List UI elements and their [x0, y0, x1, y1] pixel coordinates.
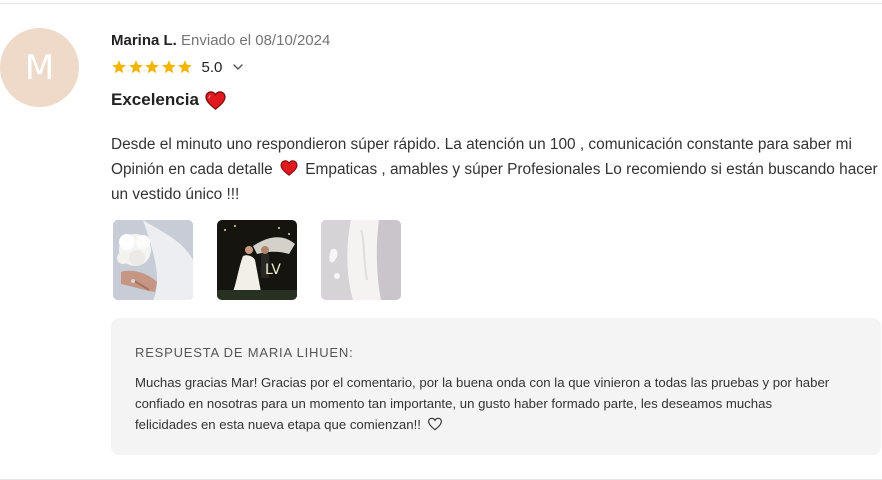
review-card: M Marina L. Enviado el 08/10/2024 5.0 Ex… — [0, 4, 882, 479]
review-meta: Marina L. Enviado el 08/10/2024 — [111, 32, 330, 49]
heart-outline-icon — [427, 417, 442, 431]
star-icon — [145, 60, 159, 74]
chevron-down-icon[interactable] — [232, 61, 244, 73]
heart-icon — [280, 160, 298, 176]
svg-text:LV: LV — [265, 262, 281, 278]
review-photo-couple[interactable]: LV — [217, 220, 297, 300]
heart-icon — [205, 90, 226, 110]
bridal-bouquet-photo-icon — [113, 220, 193, 300]
star-icon — [161, 60, 176, 74]
reply-text-block: Muchas gracias Mar! Gracias por el comen… — [135, 372, 835, 435]
review-date: Enviado el 08/10/2024 — [181, 32, 331, 49]
review-title-text: Excelencia — [111, 90, 199, 109]
star-icon — [178, 60, 192, 74]
avatar-initial: M — [24, 47, 55, 88]
star-icon — [112, 60, 126, 74]
star-icon — [128, 60, 143, 74]
review-photo-dress[interactable] — [321, 220, 401, 300]
author-name: Marina L. — [111, 32, 177, 49]
wedding-couple-night-photo-icon: LV — [217, 220, 297, 300]
bridal-dress-detail-photo-icon — [321, 220, 401, 300]
review-photo-bouquet[interactable] — [113, 220, 193, 300]
review-title: Excelencia — [111, 90, 226, 110]
avatar: M — [0, 28, 79, 107]
reply-text: Muchas gracias Mar! Gracias por el comen… — [135, 375, 830, 432]
rating-value: 5.0 — [201, 58, 223, 76]
review-photos: LV — [113, 220, 401, 300]
rating-row[interactable]: 5.0 — [111, 57, 244, 77]
star-rating — [111, 59, 194, 75]
review-body: Desde el minuto uno respondieron súper r… — [111, 132, 881, 207]
reply-label: RESPUESTA DE MARIA LIHUEN: — [135, 345, 354, 360]
vendor-reply: RESPUESTA DE MARIA LIHUEN: Muchas gracia… — [111, 318, 881, 455]
